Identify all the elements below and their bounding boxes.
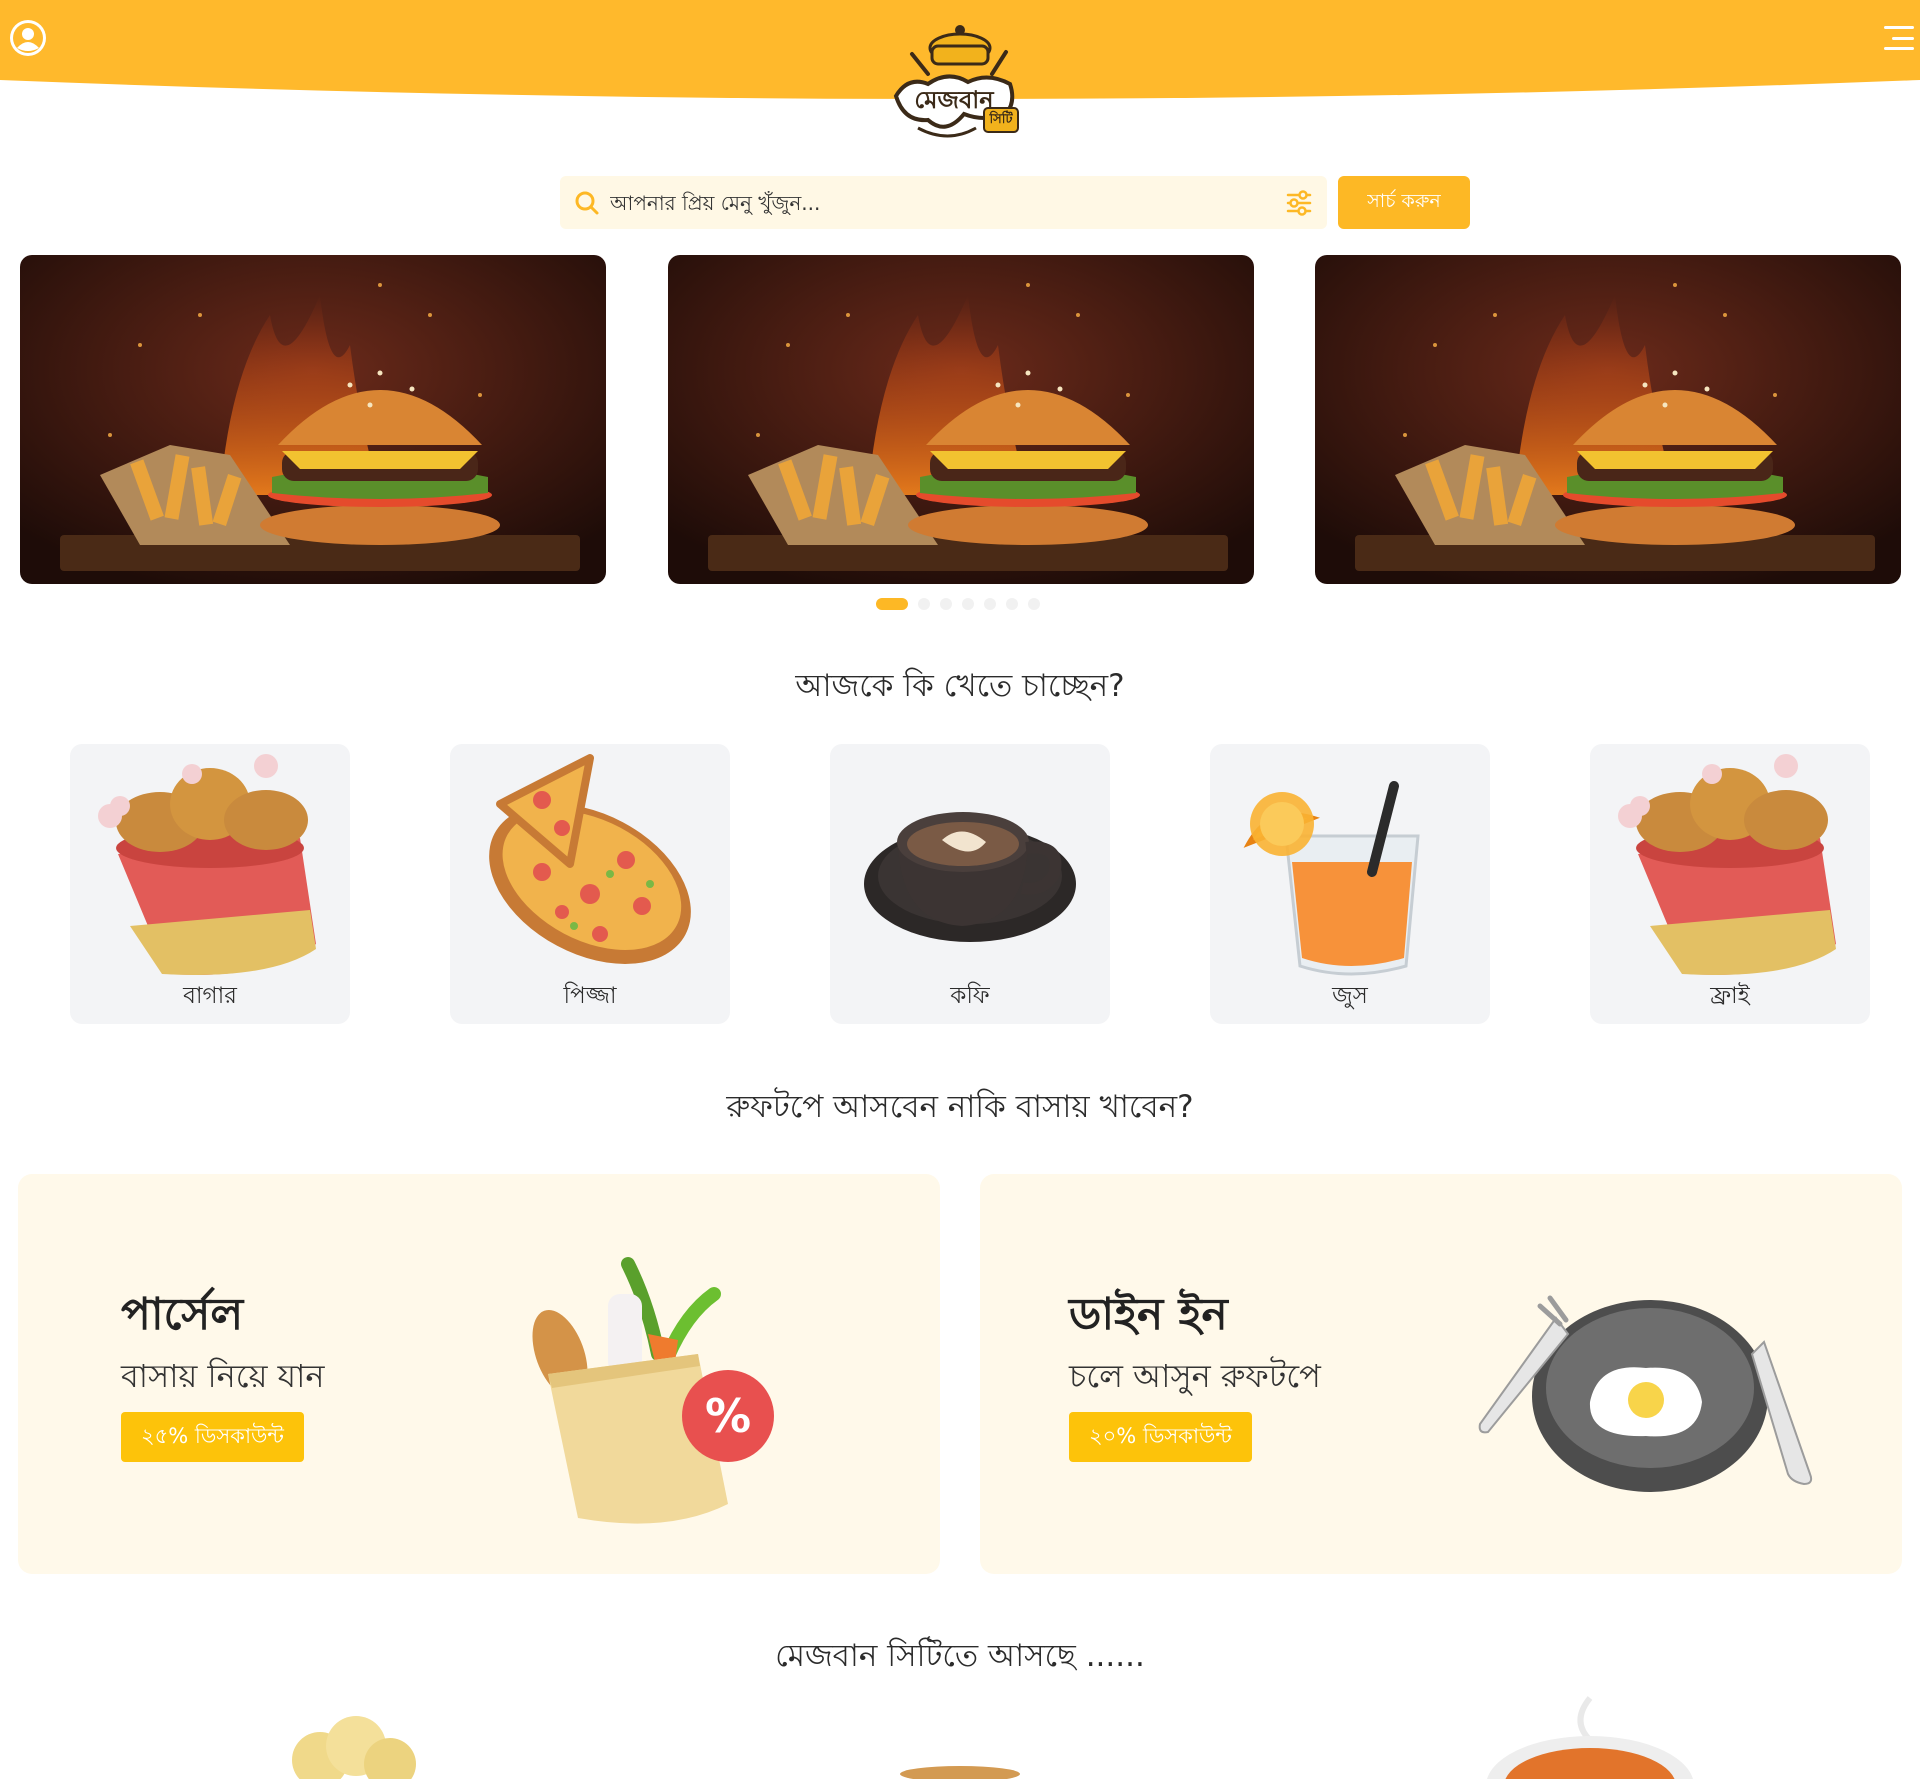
dine-in-discount-button[interactable]: ২০% ডিসকাউন্ট xyxy=(1069,1412,1252,1462)
hero-carousel xyxy=(0,255,1920,585)
dine-in-subtitle: চলে আসুন রুফটপে xyxy=(1069,1357,1321,1395)
burger-fries-image xyxy=(20,255,606,584)
menu-line xyxy=(1884,26,1914,29)
parcel-discount-button[interactable]: ২৫% ডিসকাউন্ট xyxy=(121,1412,304,1462)
category-pizza[interactable]: পিজ্জা xyxy=(450,744,730,1024)
carousel-pagination xyxy=(876,598,1040,610)
search-input[interactable] xyxy=(610,190,1285,215)
category-burger[interactable]: বাগার xyxy=(70,744,350,1024)
search-icon xyxy=(575,191,599,214)
parcel-card[interactable]: পার্সেল বাসায় নিয়ে যান ২৫% ডিসকাউন্ট % xyxy=(18,1174,940,1574)
parcel-subtitle: বাসায় নিয়ে যান xyxy=(121,1357,325,1395)
category-label: জুস xyxy=(1332,983,1368,1009)
dish-icon xyxy=(900,1766,1020,1779)
parcel-title: পার্সেল xyxy=(121,1289,244,1340)
category-juice[interactable]: জুস xyxy=(1210,744,1490,1024)
user-avatar-button[interactable] xyxy=(10,20,46,56)
carousel-slide[interactable] xyxy=(1315,255,1901,584)
carousel-slide[interactable] xyxy=(20,255,606,584)
carousel-dot[interactable] xyxy=(1006,598,1018,610)
service-title: রুফটপে আসবেন নাকি বাসায় খাবেন? xyxy=(726,1089,1194,1125)
carousel-slide[interactable] xyxy=(668,255,1254,584)
soup-bowl-icon xyxy=(1487,1696,1693,1779)
grocery-bag-icon: % xyxy=(532,1257,774,1524)
dine-in-title: ডাইন ইন xyxy=(1069,1289,1228,1340)
filter-icon[interactable] xyxy=(1285,189,1313,217)
category-label: পিজ্জা xyxy=(563,983,617,1009)
snack-balls-icon xyxy=(292,1716,416,1779)
carousel-dot[interactable] xyxy=(918,598,930,610)
burger-fries-image xyxy=(1315,255,1901,584)
carousel-dot[interactable] xyxy=(962,598,974,610)
user-icon xyxy=(11,21,45,55)
dine-in-card[interactable]: ডাইন ইন চলে আসুন রুফটপে ২০% ডিসকাউন্ট xyxy=(980,1174,1902,1574)
category-label: কফি xyxy=(950,983,990,1009)
carousel-dot[interactable] xyxy=(984,598,996,610)
burger-fries-image xyxy=(668,255,1254,584)
menu-line xyxy=(1892,36,1914,40)
site-header: মেজবান সিটি xyxy=(0,0,1920,150)
categories-title: আজকে কি খেতে চাচ্ছেন? xyxy=(795,668,1125,704)
carousel-dot[interactable] xyxy=(1028,598,1040,610)
category-fry[interactable]: ফ্রাই xyxy=(1590,744,1870,1024)
category-label: বাগার xyxy=(183,983,237,1009)
plate-cutlery-icon xyxy=(1478,1295,1813,1492)
carousel-dot[interactable] xyxy=(876,598,908,610)
search-bar xyxy=(560,176,1327,229)
menu-line xyxy=(1884,47,1914,50)
logo-sub-text: সিটি xyxy=(989,112,1013,127)
hamburger-menu-button[interactable] xyxy=(1884,26,1914,50)
svg-text:%: % xyxy=(705,1389,751,1443)
search-button[interactable]: সার্চ করুন xyxy=(1338,176,1470,229)
carousel-dot[interactable] xyxy=(940,598,952,610)
coming-soon-title: মেজবান সিটিতে আসছে ...... xyxy=(775,1638,1145,1674)
category-label: ফ্রাই xyxy=(1710,983,1750,1009)
site-logo[interactable]: মেজবান সিটি xyxy=(888,18,1028,142)
category-coffee[interactable]: কফি xyxy=(830,744,1110,1024)
